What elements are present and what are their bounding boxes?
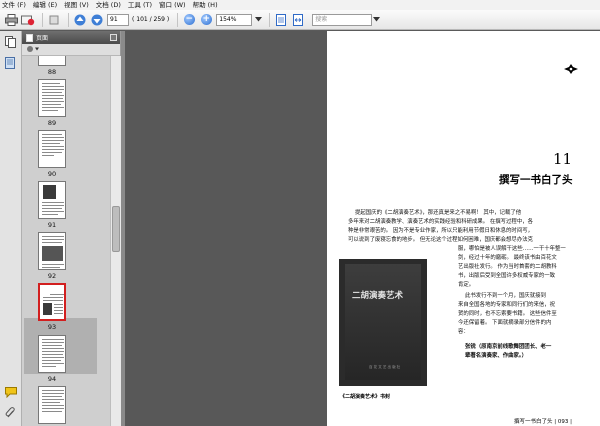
zoom-in-icon[interactable]: + xyxy=(199,13,213,27)
book-cover-publisher: 百 花 文 艺 出 版 社 xyxy=(369,365,401,369)
bookmarks-icon[interactable] xyxy=(5,57,17,69)
page-thumbnail[interactable] xyxy=(38,232,66,270)
quote-line: 张锐（原南京前线歌舞团团长、老一 xyxy=(465,344,552,350)
pages-panel-header: 页面 xyxy=(22,31,120,44)
body-text-line: 今还保留着。 下面就摘录部分信件的内 xyxy=(458,320,552,326)
book-cover-image: 二胡演奏艺术 百 花 文 艺 出 版 社 xyxy=(339,259,427,386)
document-page: 11 撰写一书白了头 提起国庆的《二胡演奏艺术》，那还真是来之不易啊！ 其中，记… xyxy=(327,31,600,426)
thumbnails-scrollbar[interactable] xyxy=(110,56,121,426)
pages-panel: 页面 88 89 90 91 92 93 94 xyxy=(22,31,121,426)
body-text-line: 书，出版后受到全国许多权威专家的一致 xyxy=(458,273,556,279)
menu-edit[interactable]: 编辑 (E) xyxy=(33,0,57,10)
chevron-down-icon[interactable] xyxy=(372,13,380,27)
menu-file[interactable]: 文件 (F) xyxy=(2,0,26,10)
body-text-line: 艺出版社发行。 作为当时首套的二胡教科 xyxy=(458,264,557,270)
panel-options-bar xyxy=(22,44,120,56)
body-text-line: 服，哪怕是被人误解干这些……一干十年整一 xyxy=(458,246,566,252)
page-thumbnail-label: 93 xyxy=(47,323,57,331)
body-text-line: 提起国庆的《二胡演奏艺术》，那还真是来之不易啊！ 其中，记载了他 xyxy=(355,210,522,216)
page-number-input[interactable]: 91 xyxy=(107,13,129,26)
menu-tools[interactable]: 工具 (T) xyxy=(128,0,152,10)
page-thumbnail-label: 91 xyxy=(47,221,57,229)
next-page-icon[interactable] xyxy=(90,13,104,27)
page-thumbnail-selected[interactable] xyxy=(38,283,66,321)
toolbar-separator xyxy=(68,12,69,27)
menu-window[interactable]: 窗口 (W) xyxy=(159,0,186,10)
toolbar-separator xyxy=(177,12,179,27)
fit-page-icon[interactable] xyxy=(274,13,288,27)
pages-panel-icon[interactable] xyxy=(5,36,17,48)
body-text-line: 多年来对二胡演奏教学、演奏艺术的实践经验和科研成果。 在撰写过程中，各 xyxy=(348,219,533,225)
toolbar-separator xyxy=(269,12,271,27)
chapter-title: 撰写一书白了头 xyxy=(499,174,573,186)
page-footer: 撰写一书白了头 | 093 | xyxy=(514,419,572,425)
close-icon[interactable] xyxy=(110,34,117,41)
quote-line: 辈著名演奏家、作曲家。） xyxy=(465,353,527,359)
previous-page-icon[interactable] xyxy=(73,13,87,27)
menu-help[interactable]: 帮助 (H) xyxy=(193,0,218,10)
body-text-line: 容： xyxy=(458,329,469,335)
book-cover xyxy=(345,264,421,380)
image-caption: 《二胡演奏艺术》书封 xyxy=(340,394,391,400)
body-text-line: 剑，经过十年的磨砺。 最终该书由百花文 xyxy=(458,255,557,261)
body-text-line: 来自全国各地的专家和同行们的来信，祝 xyxy=(458,302,556,308)
zoom-select[interactable]: 154% xyxy=(216,13,253,26)
page-thumbnail-label: 90 xyxy=(47,170,57,178)
hand-tool-icon[interactable] xyxy=(47,13,61,27)
page-thumbnail-label: 94 xyxy=(47,375,57,383)
page-thumbnail[interactable] xyxy=(38,386,66,424)
page-thumbnail[interactable] xyxy=(38,79,66,117)
book-cover-title: 二胡演奏艺术 xyxy=(352,291,404,301)
attachments-icon[interactable] xyxy=(5,407,17,419)
menu-bar: 文件 (F) 编辑 (E) 视图 (V) 文档 (D) 工具 (T) 窗口 (W… xyxy=(0,0,600,10)
options-icon[interactable] xyxy=(26,45,40,55)
print-icon[interactable] xyxy=(4,13,18,27)
fit-width-icon[interactable] xyxy=(291,13,305,27)
page-thumbnail-label: 88 xyxy=(47,68,57,76)
body-text-line: 贺的同时，也不忘索要书籍。 这些信件至 xyxy=(458,311,557,317)
scrollbar-thumb[interactable] xyxy=(112,206,120,252)
toolbar-separator xyxy=(42,12,43,27)
page-thumbnail-label: 92 xyxy=(47,272,57,280)
page-thumbnails: 88 89 90 91 92 93 94 xyxy=(22,56,110,426)
page-thumbnail[interactable] xyxy=(38,181,66,219)
ornament-icon xyxy=(563,63,579,78)
body-text-line: 可以说到了废寝忘食的地步。 但无论这个过程如何困难，国庆都会想尽办法克 xyxy=(348,237,533,243)
page-count-label: ( 101 / 259 ) xyxy=(132,16,170,23)
pages-panel-title: 页面 xyxy=(36,35,49,42)
body-text-line: 肯定。 xyxy=(458,282,475,288)
page-thumbnail[interactable] xyxy=(38,130,66,168)
chevron-down-icon[interactable] xyxy=(254,13,262,27)
body-text-line: 此书发行不到一个月，国庆就接到 xyxy=(465,293,546,299)
menu-view[interactable]: 视图 (V) xyxy=(64,0,89,10)
navigation-rail xyxy=(0,31,22,426)
chapter-number: 11 xyxy=(553,150,573,168)
page-thumbnail[interactable] xyxy=(38,56,66,66)
page-thumbnail[interactable] xyxy=(38,335,66,373)
comments-icon[interactable] xyxy=(5,387,17,399)
search-input[interactable]: 搜索 xyxy=(312,13,373,26)
toolbar: 91 ( 101 / 259 ) − + 154% 搜索 xyxy=(0,10,600,30)
zoom-out-icon[interactable]: − xyxy=(182,13,196,27)
page-thumbnail-label: 89 xyxy=(47,119,57,127)
body-text-line: 种是非常艰苦的。 因为不是专业作家，所以只能利用节假日和休息的时间写， xyxy=(348,228,533,234)
menu-document[interactable]: 文档 (D) xyxy=(96,0,121,10)
email-icon[interactable] xyxy=(21,13,35,27)
